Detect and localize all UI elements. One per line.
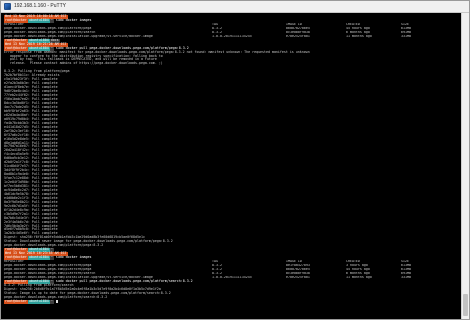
prompt-host: ubuntu1804 [27,298,50,304]
table-cell: 11 months ago [346,34,372,38]
table-cell: 1.0.0-20191111134245 [212,34,252,38]
prompt-path: ~ [49,298,54,304]
prompt-user: root@docker [4,298,28,304]
scrollbar-thumb[interactable] [463,294,468,316]
putty-window: 192.168.1.160 - PuTTY Wed 13 Nov 2019 16… [0,0,470,320]
table-cell: 11 months ago [346,275,372,279]
vertical-scrollbar[interactable] [461,13,469,319]
putty-icon [4,3,11,10]
table-cell: e70e2525fa01 [286,275,310,279]
title-bar[interactable]: 192.168.1.160 - PuTTY [1,1,469,13]
output-text: release. Please contact admins of https:… [4,61,163,66]
table-cell: 1.0.0-20191111134245 [212,275,252,279]
text-cursor [55,299,58,304]
terminal-line: root@docker ubuntu1804 ~ [4,298,462,304]
terminal-line: pega-docker.downloads.pega.com/installat… [4,35,462,39]
window-title: 192.168.1.160 - PuTTY [14,3,66,9]
table-cell: 331MB [401,275,411,279]
table-cell: e70e2525fa01 [286,34,310,38]
prompt-command: sudo docker pull pega-docker.downloads.p… [55,278,193,283]
terminal-output[interactable]: Wed 13 Nov 2019 16:00:18 AM EST root@dock… [1,13,462,319]
table-cell: 331MB [401,34,411,38]
